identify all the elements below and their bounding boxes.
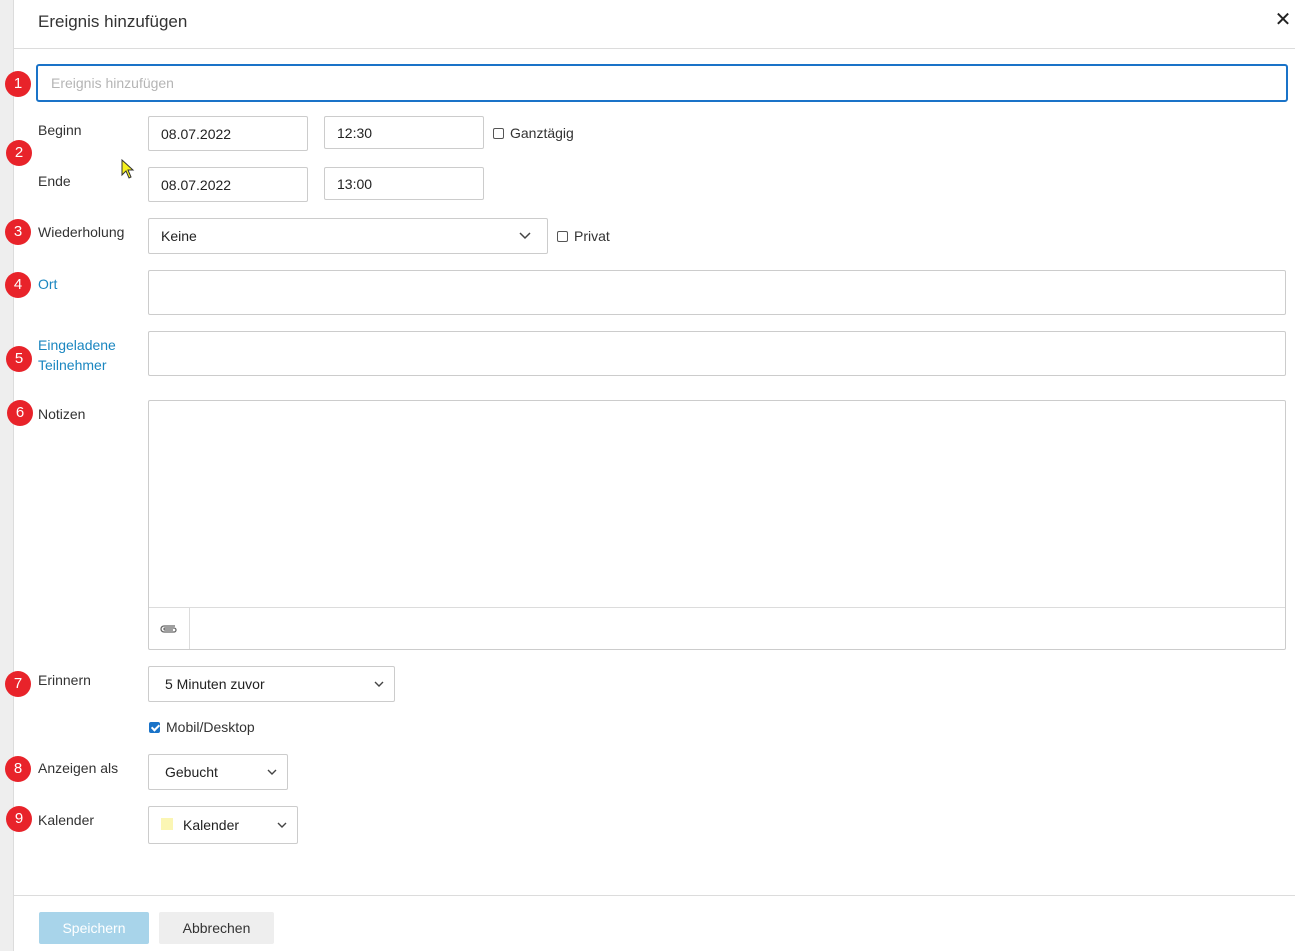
- show-as-label: Anzeigen als: [38, 760, 119, 776]
- notes-label: Notizen: [38, 406, 86, 422]
- close-icon[interactable]: ✕: [1271, 8, 1295, 32]
- invitees-label-line2: Teilnehmer: [38, 357, 107, 373]
- paperclip-icon[interactable]: [149, 608, 190, 649]
- calendar-value: Kalender: [183, 817, 240, 833]
- notes-editor[interactable]: [148, 400, 1286, 650]
- event-title-input[interactable]: [36, 64, 1288, 102]
- marker-4: 4: [5, 272, 31, 298]
- marker-6: 6: [7, 400, 33, 426]
- marker-5: 5: [6, 346, 32, 372]
- calendar-color-swatch: [161, 818, 173, 830]
- invitees-label-line1: Eingeladene: [38, 337, 116, 353]
- mobile-desktop-label: Mobil/Desktop: [166, 719, 255, 735]
- show-as-value: Gebucht: [165, 764, 218, 780]
- marker-3: 3: [5, 219, 31, 245]
- all-day-label: Ganztägig: [510, 125, 574, 141]
- reminder-select[interactable]: 5 Minuten zuvor: [148, 666, 395, 702]
- mouse-cursor-icon: [121, 159, 135, 179]
- reminder-value: 5 Minuten zuvor: [165, 676, 265, 692]
- header-divider: [14, 48, 1295, 49]
- marker-8: 8: [5, 756, 31, 782]
- private-checkbox-box[interactable]: [557, 230, 568, 242]
- marker-7: 7: [5, 671, 31, 697]
- mobile-desktop-checkbox[interactable]: Mobil/Desktop: [149, 719, 255, 735]
- cancel-button[interactable]: Abbrechen: [159, 912, 274, 944]
- footer-divider: [14, 895, 1295, 896]
- attachment-bar: [149, 607, 1285, 649]
- chevron-down-icon: [519, 229, 531, 243]
- location-label[interactable]: Ort: [38, 274, 57, 294]
- start-date-input[interactable]: [148, 116, 308, 151]
- repeat-value: Keine: [161, 228, 197, 244]
- chevron-down-icon: [374, 677, 384, 691]
- all-day-checkbox[interactable]: Ganztägig: [493, 125, 574, 141]
- reminder-label: Erinnern: [38, 672, 91, 688]
- calendar-select[interactable]: Kalender: [148, 806, 298, 844]
- repeat-label: Wiederholung: [38, 224, 125, 240]
- private-label: Privat: [574, 228, 610, 244]
- chevron-down-icon: [267, 765, 277, 779]
- show-as-select[interactable]: Gebucht: [148, 754, 288, 790]
- marker-9: 9: [6, 806, 32, 832]
- invitees-input[interactable]: [148, 331, 1286, 376]
- location-input[interactable]: [148, 270, 1286, 315]
- invitees-label[interactable]: Eingeladene Teilnehmer: [38, 335, 116, 375]
- mobile-desktop-checkbox-box[interactable]: [149, 721, 160, 733]
- private-checkbox[interactable]: Privat: [557, 228, 610, 244]
- end-date-input[interactable]: [148, 167, 308, 202]
- repeat-select[interactable]: Keine: [148, 218, 548, 254]
- chevron-down-icon: [277, 818, 287, 832]
- start-time-input[interactable]: [324, 116, 484, 149]
- save-button[interactable]: Speichern: [39, 912, 149, 944]
- end-time-input[interactable]: [324, 167, 484, 200]
- dialog-title: Ereignis hinzufügen: [38, 12, 188, 31]
- marker-1: 1: [5, 71, 31, 97]
- end-label: Ende: [38, 173, 71, 189]
- all-day-checkbox-box[interactable]: [493, 127, 504, 139]
- marker-2: 2: [6, 140, 32, 166]
- start-label: Beginn: [38, 122, 82, 138]
- calendar-label: Kalender: [38, 812, 95, 828]
